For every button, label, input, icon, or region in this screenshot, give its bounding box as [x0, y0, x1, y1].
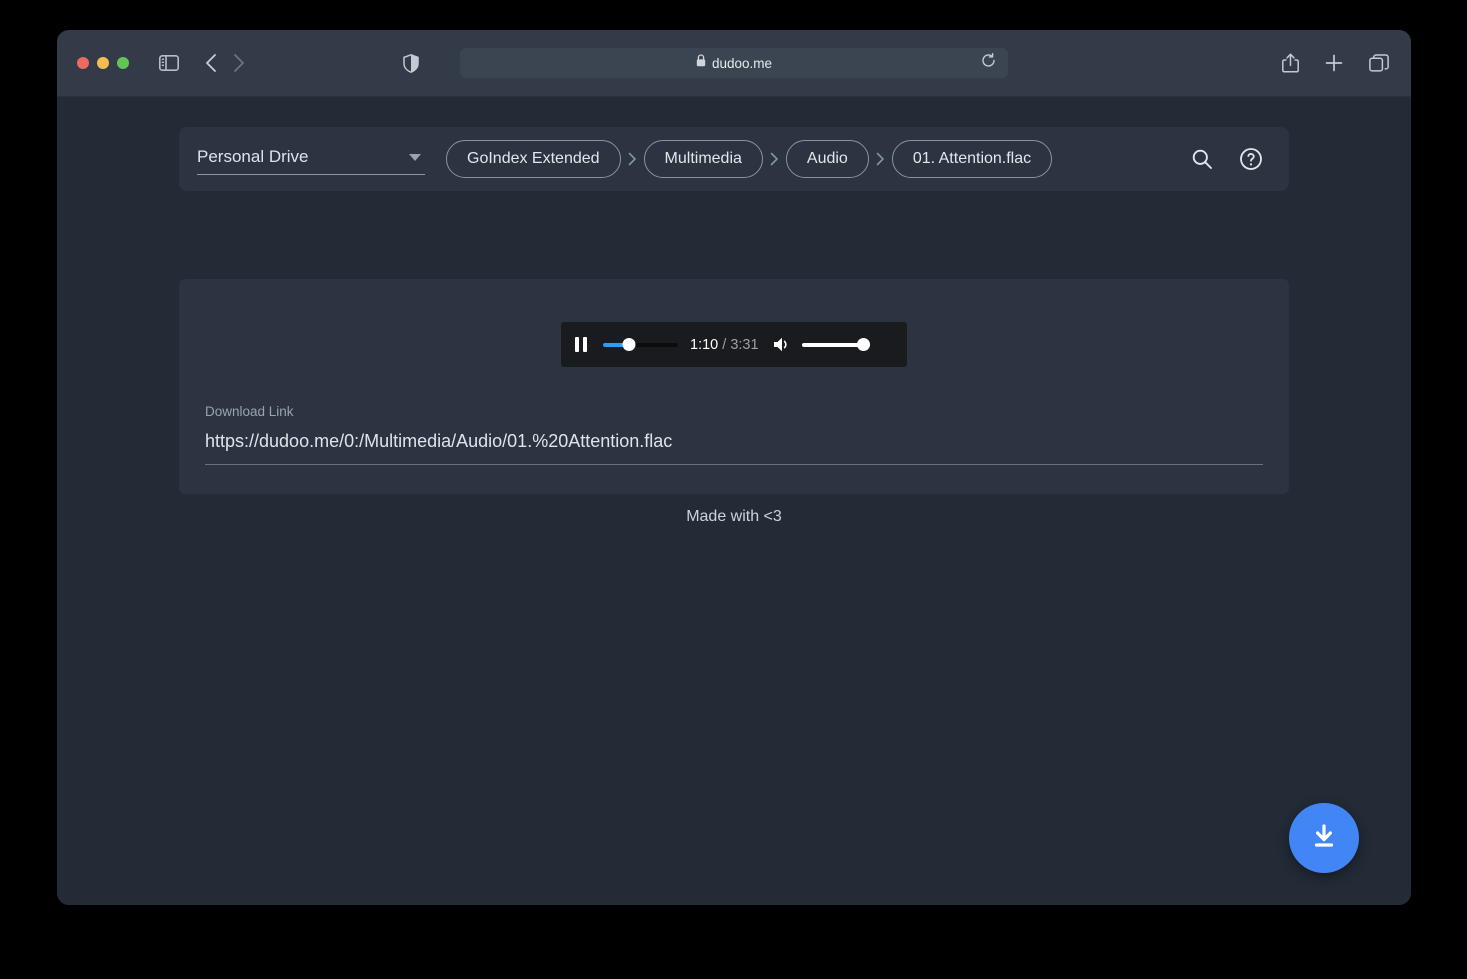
file-detail-card: 1:10 / 3:31 Download Link — [179, 279, 1289, 494]
chevron-down-icon — [409, 154, 421, 161]
minimize-window-button[interactable] — [97, 57, 109, 69]
address-bar-text: dudoo.me — [712, 56, 772, 71]
breadcrumb-item-file[interactable]: 01. Attention.flac — [892, 140, 1052, 178]
privacy-shield-icon[interactable] — [403, 54, 419, 73]
breadcrumb-item-root[interactable]: GoIndex Extended — [446, 140, 621, 178]
share-icon[interactable] — [1282, 53, 1299, 73]
download-icon — [1309, 821, 1339, 856]
download-link-section: Download Link https://dudoo.me/0:/Multim… — [205, 404, 1263, 465]
tab-overview-icon[interactable] — [1369, 54, 1389, 72]
navigation-arrows — [205, 53, 245, 73]
current-time: 1:10 — [690, 337, 718, 353]
header-actions — [1191, 147, 1263, 171]
address-bar[interactable]: dudoo.me — [460, 48, 1008, 78]
sidebar-toggle-icon[interactable] — [159, 55, 179, 71]
volume-thumb[interactable] — [857, 338, 870, 351]
download-link-label: Download Link — [205, 404, 1263, 419]
drive-selector[interactable]: Personal Drive — [197, 143, 425, 175]
breadcrumb-separator — [876, 152, 885, 166]
breadcrumb-separator — [628, 152, 637, 166]
plus-icon[interactable] — [1325, 54, 1343, 72]
toolbar-right-actions — [1282, 53, 1389, 73]
download-link-url[interactable]: https://dudoo.me/0:/Multimedia/Audio/01.… — [205, 431, 1263, 465]
pause-icon[interactable] — [575, 337, 587, 352]
window-controls — [77, 57, 129, 69]
total-time: 3:31 — [730, 337, 758, 353]
breadcrumb-item-multimedia[interactable]: Multimedia — [644, 140, 763, 178]
footer-text: Made with <3 — [57, 508, 1411, 526]
search-icon[interactable] — [1191, 148, 1213, 170]
time-display: 1:10 / 3:31 — [690, 337, 759, 353]
audio-player: 1:10 / 3:31 — [561, 322, 907, 367]
help-circle-icon[interactable] — [1239, 147, 1263, 171]
address-bar-content: dudoo.me — [696, 54, 772, 72]
playback-progress-slider[interactable] — [603, 337, 678, 353]
pause-bar — [583, 337, 587, 352]
browser-toolbar: dudoo.me — [57, 30, 1411, 97]
close-window-button[interactable] — [77, 57, 89, 69]
browser-window: dudoo.me — [57, 30, 1411, 905]
speaker-on-icon[interactable] — [773, 336, 792, 353]
pause-bar — [575, 337, 579, 352]
time-separator: / — [722, 337, 726, 353]
reload-icon[interactable] — [981, 53, 996, 73]
header-bar: Personal Drive GoIndex Extended Multimed… — [179, 127, 1289, 191]
breadcrumb-item-audio[interactable]: Audio — [786, 140, 869, 178]
page-content: Personal Drive GoIndex Extended Multimed… — [57, 97, 1411, 905]
maximize-window-button[interactable] — [117, 57, 129, 69]
forward-arrow-icon[interactable] — [233, 53, 245, 73]
volume-slider[interactable] — [802, 337, 870, 353]
breadcrumb-separator — [770, 152, 779, 166]
back-arrow-icon[interactable] — [205, 53, 217, 73]
download-button[interactable] — [1289, 803, 1359, 873]
drive-selector-label: Personal Drive — [197, 147, 309, 167]
progress-thumb[interactable] — [623, 338, 636, 351]
breadcrumb: GoIndex Extended Multimedia Audio 01. At… — [446, 140, 1052, 178]
lock-icon — [696, 54, 706, 72]
